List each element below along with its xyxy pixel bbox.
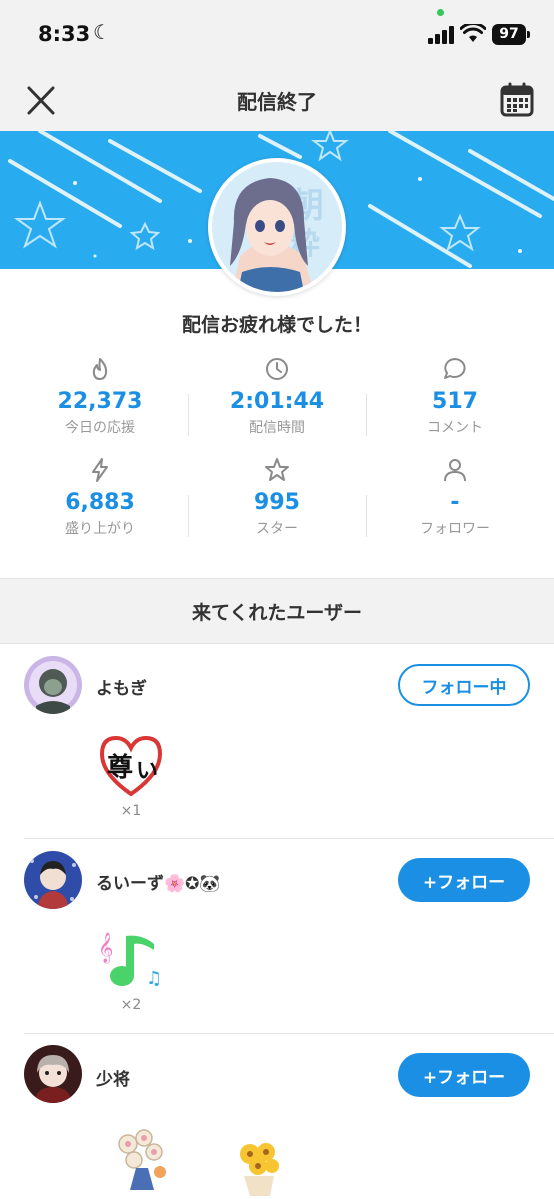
user-avatar[interactable] — [24, 851, 82, 909]
nav-bar: 配信終了 — [0, 70, 554, 131]
svg-text:い: い — [136, 758, 158, 784]
user-name[interactable]: よもぎ — [96, 674, 147, 699]
stat-value: 22,373 — [57, 389, 143, 414]
row-divider — [24, 838, 554, 839]
focus-moon-icon: ☾ — [93, 20, 111, 44]
battery-tip — [527, 31, 530, 38]
svg-text:𝄞: 𝄞 — [98, 932, 113, 964]
stat-value: 6,883 — [65, 490, 135, 515]
status-bar: 8:33 ☾ 97 — [0, 0, 554, 70]
calendar-icon[interactable] — [500, 82, 534, 118]
user-avatar[interactable] — [24, 656, 82, 714]
visitors-section-title: 来てくれたユーザー — [191, 602, 363, 624]
gift-count: ×2 — [120, 997, 142, 1013]
user-name[interactable]: 少将 — [96, 1065, 130, 1090]
sunflower-sticker-icon — [240, 1143, 279, 1196]
stat-stars: 995 スター — [187, 457, 367, 538]
stat-label: 配信時間 — [249, 420, 305, 436]
status-time: 8:33 — [38, 22, 91, 46]
row-divider — [24, 1033, 554, 1034]
battery-icon: 97 — [492, 24, 526, 45]
stat-value: 995 — [254, 490, 300, 515]
stat-excitement: 6,883 盛り上がり — [10, 457, 190, 538]
streamer-avatar: 朝 粋 — [208, 158, 346, 296]
star-icon — [265, 458, 289, 481]
following-button[interactable]: フォロー中 — [398, 664, 530, 706]
page-title: 配信終了 — [237, 90, 317, 114]
stat-label: フォロワー — [420, 521, 490, 537]
stat-value: 517 — [432, 389, 478, 414]
user-name[interactable]: るいーず🌸✪🐼 — [96, 869, 221, 894]
bouquet-sticker-icon — [118, 1129, 166, 1190]
lightning-icon — [92, 458, 108, 482]
follow-button[interactable]: +フォロー — [398, 1053, 530, 1097]
stat-label: 盛り上がり — [65, 521, 135, 537]
wifi-icon — [460, 24, 486, 42]
stat-label: スター — [256, 521, 298, 537]
follow-button[interactable]: +フォロー — [398, 858, 530, 902]
cellular-signal-icon — [428, 26, 454, 44]
stat-followers: - フォロワー — [365, 457, 545, 538]
stat-duration: 2:01:44 配信時間 — [187, 356, 367, 437]
stat-value: - — [450, 490, 460, 515]
heart-tōtoi-sticker-icon: 尊 い — [99, 735, 163, 797]
stat-value: 2:01:44 — [229, 389, 325, 414]
stat-comments: 517 コメント — [365, 356, 545, 437]
svg-text:尊: 尊 — [107, 752, 133, 783]
svg-text:♫: ♫ — [146, 968, 162, 989]
stat-label: 今日の応援 — [65, 420, 135, 436]
stream-end-message: 配信お疲れ様でした！ — [181, 314, 372, 336]
clock-icon — [266, 358, 288, 380]
camera-indicator-dot — [437, 9, 444, 16]
music-note-sticker-icon: 𝄞 ♫ — [98, 932, 162, 989]
person-icon — [444, 459, 466, 482]
comment-icon — [444, 358, 466, 379]
stat-label: コメント — [427, 420, 483, 436]
stat-support: 22,373 今日の応援 — [10, 356, 190, 437]
user-avatar[interactable] — [24, 1045, 82, 1103]
flame-icon — [92, 358, 108, 380]
gift-count: ×1 — [120, 803, 142, 819]
